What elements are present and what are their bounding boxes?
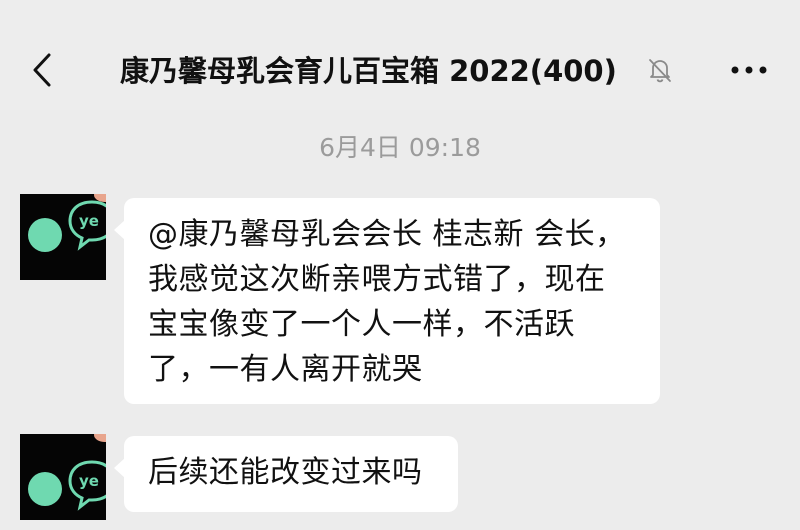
avatar-dot <box>28 472 62 506</box>
sender-avatar[interactable]: ye <box>20 194 106 280</box>
svg-text:ye: ye <box>79 212 99 230</box>
more-button[interactable] <box>724 50 774 90</box>
message-bubble[interactable]: 后续还能改变过来吗 <box>114 436 458 512</box>
svg-text:ye: ye <box>79 472 99 490</box>
avatar-dot <box>28 218 62 252</box>
message-line: @康乃馨母乳会会长 桂志新 会长， <box>148 217 626 252</box>
message-timestamp: 6月4日 09:18 <box>319 133 481 162</box>
message-line: 后续还能改变过来吗 <box>148 455 423 490</box>
chevron-left-icon <box>33 53 51 87</box>
sender-avatar[interactable]: ye <box>20 434 106 520</box>
message-bubble[interactable]: @康乃馨母乳会会长 桂志新 会长， 我感觉这次断亲喂方式错了，现在 宝宝像变了一… <box>114 198 660 404</box>
more-horizontal-icon <box>731 66 767 74</box>
message-line: 宝宝像变了一个人一样，不活跃 <box>148 307 575 342</box>
speech-bubble-icon: ye <box>68 460 106 511</box>
chat-title: 康乃馨母乳会育儿百宝箱 2022(400) <box>120 54 617 88</box>
message-line: 我感觉这次断亲喂方式错了，现在 <box>148 262 606 297</box>
bell-muted-icon <box>649 59 671 83</box>
message-line: 了，一有人离开就哭 <box>148 352 423 387</box>
avatar-decoration <box>94 434 106 442</box>
chat-header: 康乃馨母乳会育儿百宝箱 2022(400) <box>0 0 800 110</box>
speech-bubble-icon: ye <box>68 200 106 251</box>
back-button[interactable] <box>22 46 62 94</box>
